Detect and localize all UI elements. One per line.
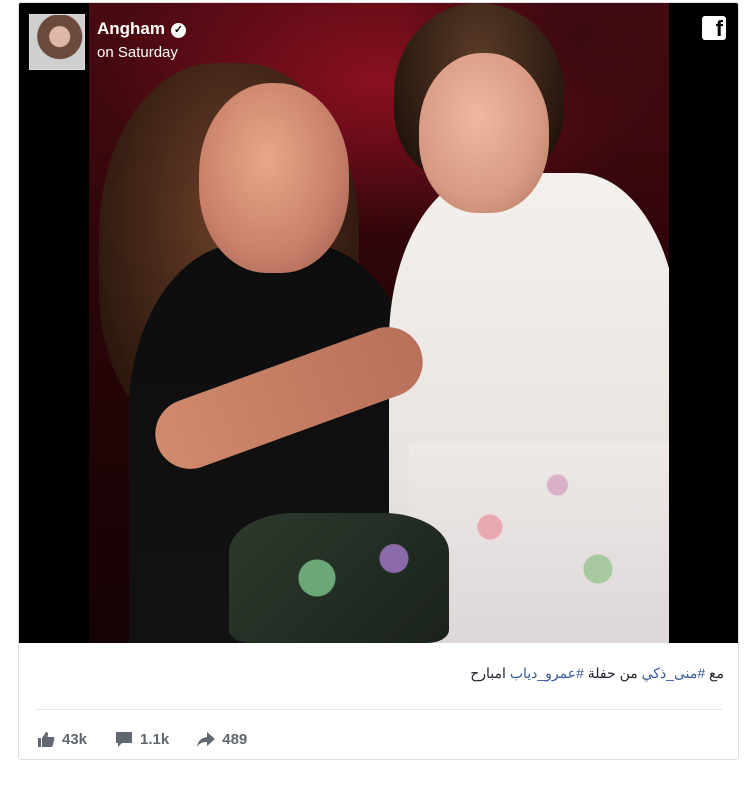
share-button[interactable]: 489: [197, 731, 247, 748]
facebook-icon[interactable]: f: [702, 16, 726, 41]
author-name-row: Angham ✓: [97, 19, 186, 39]
caption-text: من حفلة: [583, 665, 642, 681]
like-count: 43k: [62, 730, 88, 748]
post-caption: مع #منى_ذكي من حفلة #عمرو_دياب امبارح: [470, 665, 724, 682]
divider: [35, 709, 722, 710]
photo-face-left: [199, 83, 349, 273]
comment-count: 1.1k: [140, 730, 170, 748]
comment-icon: [116, 731, 133, 747]
post-media[interactable]: Angham ✓ on Saturday f: [19, 3, 738, 643]
like-icon: [38, 731, 55, 747]
post-actions: 43k 1.1k 489: [37, 725, 275, 753]
share-icon: [197, 731, 216, 747]
caption-text: مع: [705, 665, 724, 681]
verified-badge-icon: ✓: [171, 23, 186, 38]
photo-face-right: [419, 53, 549, 213]
comment-button[interactable]: 1.1k: [115, 731, 169, 748]
hashtag-link[interactable]: #عمرو_دياب: [510, 665, 584, 681]
like-button[interactable]: 43k: [37, 731, 87, 748]
post-photo[interactable]: [89, 3, 669, 643]
facebook-post-embed: Angham ✓ on Saturday f مع #منى_ذكي من حفل…: [18, 2, 739, 760]
post-date[interactable]: on Saturday: [97, 44, 178, 61]
hashtag-link[interactable]: #منى_ذكي: [642, 665, 706, 681]
author-name[interactable]: Angham: [97, 19, 165, 38]
author-avatar[interactable]: [29, 14, 85, 70]
caption-text: امبارح: [470, 665, 510, 681]
share-count: 489: [222, 730, 248, 748]
photo-scarf: [229, 513, 449, 643]
post-header: Angham ✓ on Saturday: [29, 14, 589, 70]
